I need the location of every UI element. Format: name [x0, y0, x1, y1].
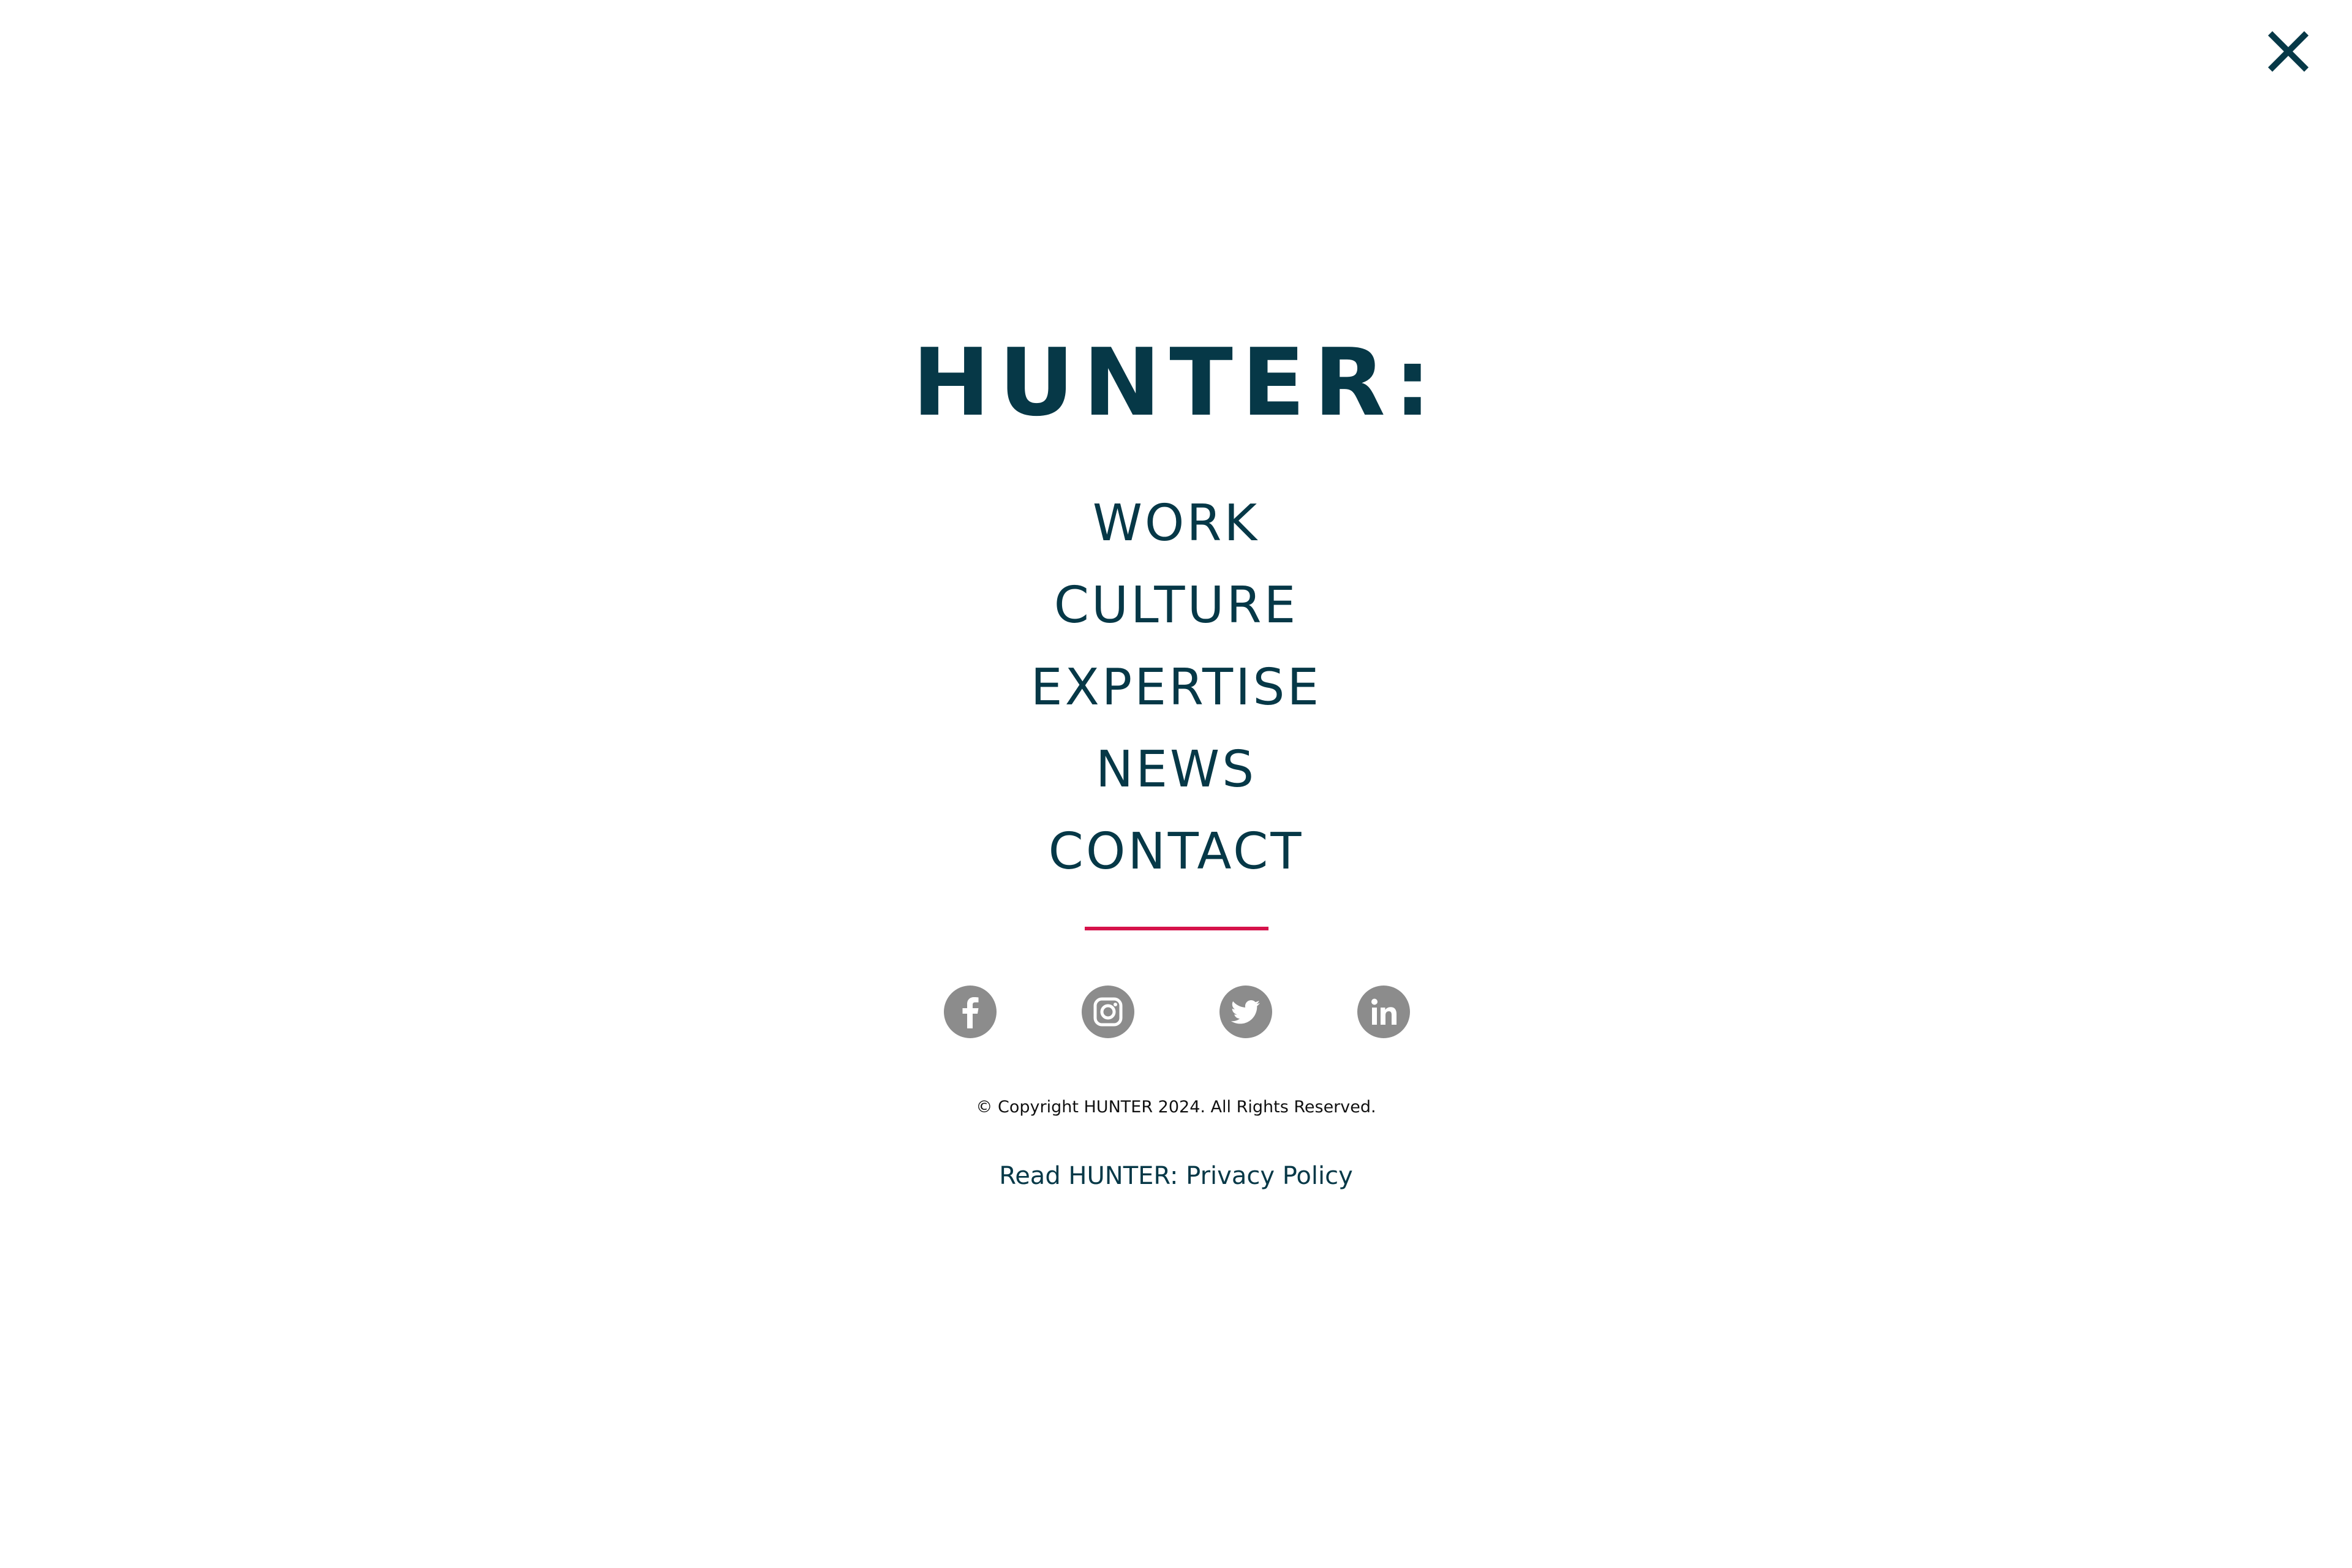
instagram-link[interactable] [1082, 986, 1134, 1038]
copyright-text: © Copyright HUNTER 2024. All Rights Rese… [976, 1098, 1376, 1117]
privacy-policy-link[interactable]: Read HUNTER: Privacy Policy [999, 1162, 1353, 1190]
nav-item-work[interactable]: WORK [0, 483, 2352, 565]
facebook-icon [962, 997, 979, 1028]
twitter-link[interactable] [1219, 986, 1272, 1038]
instagram-icon [1093, 997, 1123, 1027]
twitter-icon [1231, 1000, 1260, 1024]
facebook-link[interactable] [944, 986, 997, 1038]
social-links [944, 986, 1410, 1038]
nav-item-news[interactable]: NEWS [0, 729, 2352, 811]
linkedin-link[interactable] [1357, 986, 1410, 1038]
main-navigation: WORK CULTURE EXPERTISE NEWS CONTACT [0, 483, 2352, 893]
nav-item-contact[interactable]: CONTACT [0, 811, 2352, 893]
close-icon [2267, 31, 2309, 72]
close-button[interactable] [2266, 29, 2310, 74]
nav-item-culture[interactable]: CULTURE [0, 565, 2352, 647]
privacy-link-label: Privacy Policy [1186, 1162, 1353, 1190]
linkedin-icon [1371, 998, 1396, 1025]
privacy-line: Read HUNTER: Privacy Policy [0, 1158, 2352, 1194]
privacy-prefix: Read HUNTER: [999, 1162, 1186, 1190]
accent-divider [1085, 927, 1268, 930]
hunter-logo[interactable]: HUNTER: [0, 334, 2352, 432]
nav-item-expertise[interactable]: EXPERTISE [0, 647, 2352, 729]
